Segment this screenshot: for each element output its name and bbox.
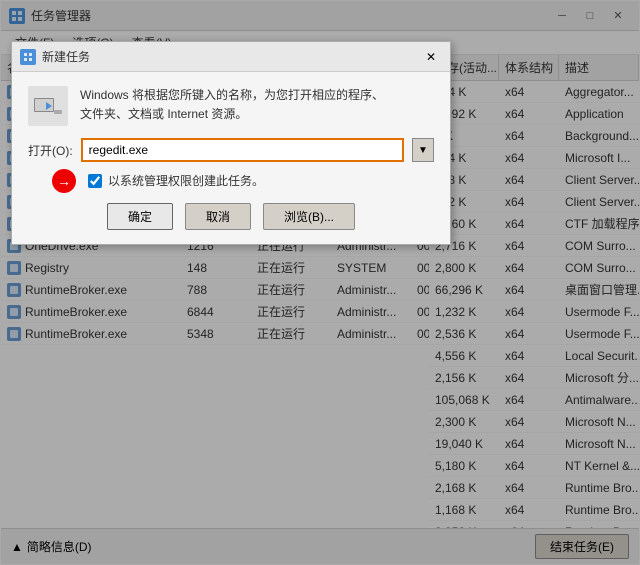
dialog-buttons: 确定 取消 浏览(B)... bbox=[28, 203, 434, 230]
dialog-title-bar: 新建任务 ✕ bbox=[12, 42, 450, 72]
admin-checkbox[interactable] bbox=[88, 174, 102, 188]
dialog-ok-button[interactable]: 确定 bbox=[107, 203, 173, 230]
dialog-title-left: 新建任务 bbox=[20, 48, 90, 65]
dialog-run-icon bbox=[28, 86, 68, 126]
dialog-input-row: 打开(O): ▼ bbox=[28, 138, 434, 162]
dialog-cancel-button[interactable]: 取消 bbox=[185, 203, 251, 230]
dialog-overlay: 新建任务 ✕ Windows 将根据您所键 bbox=[1, 1, 639, 564]
arrow-annotation: → bbox=[52, 169, 76, 193]
arrow-icon: → bbox=[57, 173, 71, 189]
checkbox-label: 以系统管理权限创建此任务。 bbox=[108, 172, 264, 189]
dialog-description: Windows 将根据您所键入的名称，为您打开相应的程序、文件夹、文档或 Int… bbox=[80, 86, 384, 126]
dialog-browse-button[interactable]: 浏览(B)... bbox=[263, 203, 355, 230]
dialog-checkbox-row: → 以系统管理权限创建此任务。 bbox=[88, 172, 434, 189]
dialog-close-button[interactable]: ✕ bbox=[420, 47, 442, 67]
dialog-title-text: 新建任务 bbox=[42, 48, 90, 65]
dialog-body: Windows 将根据您所键入的名称，为您打开相应的程序、文件夹、文档或 Int… bbox=[12, 72, 450, 244]
taskmanager-window: 任务管理器 ─ □ ✕ 文件(F) 选项(O) 查看(V) 名称 PID 状态 … bbox=[0, 0, 640, 565]
arrow-circle: → bbox=[52, 169, 76, 193]
dialog-icon-row: Windows 将根据您所键入的名称，为您打开相应的程序、文件夹、文档或 Int… bbox=[28, 86, 434, 126]
dialog-title-icon bbox=[20, 49, 36, 65]
dialog-dropdown-button[interactable]: ▼ bbox=[412, 138, 434, 162]
dialog-command-input[interactable] bbox=[81, 138, 404, 162]
dialog-open-label: 打开(O): bbox=[28, 142, 73, 159]
new-task-dialog: 新建任务 ✕ Windows 将根据您所键 bbox=[11, 41, 451, 245]
